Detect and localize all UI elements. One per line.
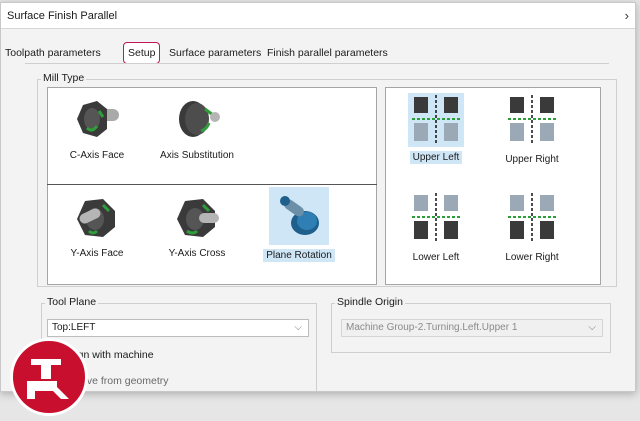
c-axis-face-icon (77, 101, 119, 137)
spindle-origin-value: Machine Group-2.Turning.Left.Upper 1 (346, 322, 518, 333)
dialog-window: Surface Finish Parallel › Toolpath param… (0, 2, 636, 392)
position-upper-left[interactable]: Upper Left (388, 93, 484, 164)
position-lower-right[interactable]: Lower Right (484, 191, 580, 263)
position-lower-left[interactable]: Lower Left (388, 191, 484, 263)
plane-rotation-label: Plane Rotation (263, 249, 335, 262)
tab-setup[interactable]: Setup (123, 42, 161, 64)
upper-right-icon (508, 95, 556, 145)
chevron-down-icon: ⌵ (588, 322, 596, 333)
lower-left-label: Lower Left (412, 252, 460, 263)
tab-finish-parallel-parameters[interactable]: Finish parallel parameters (263, 44, 392, 64)
lower-right-icon (508, 193, 556, 243)
mill-type-divider (47, 184, 377, 185)
y-axis-face-label: Y-Axis Face (70, 248, 124, 259)
plane-rotation-icon (280, 196, 319, 235)
mill-type-y-axis-face[interactable]: Y-Axis Face (49, 193, 145, 259)
mill-type-y-axis-cross[interactable]: Y-Axis Cross (149, 193, 245, 259)
upper-left-icon (412, 95, 460, 145)
mill-type-c-axis-face[interactable]: C-Axis Face (49, 95, 145, 161)
tab-toolpath-parameters[interactable]: Toolpath parameters (1, 44, 105, 64)
y-axis-face-icon (77, 199, 115, 237)
tool-plane-label: Tool Plane (45, 296, 99, 308)
align-with-machine-option[interactable]: lign with machine (73, 349, 154, 361)
spindle-origin-select[interactable]: Machine Group-2.Turning.Left.Upper 1 ⌵ (341, 319, 603, 337)
axis-substitution-icon (179, 101, 220, 137)
upper-left-label: Upper Left (409, 151, 463, 164)
chevron-down-icon: ⌵ (294, 322, 302, 333)
lower-left-icon (412, 193, 460, 243)
y-axis-cross-icon (177, 199, 219, 237)
mill-type-axis-substitution[interactable]: Axis Substitution (149, 95, 245, 161)
tab-surface-parameters[interactable]: Surface parameters (165, 44, 265, 64)
axis-substitution-label: Axis Substitution (160, 150, 234, 161)
mill-type-plane-rotation[interactable]: Plane Rotation (251, 187, 347, 262)
tab-divider (25, 63, 609, 64)
position-upper-right[interactable]: Upper Right (484, 93, 580, 165)
upper-left-selection (408, 93, 464, 147)
tool-plane-value: Top:LEFT (52, 322, 96, 333)
chevron-right-icon[interactable]: › (625, 8, 629, 23)
lower-right-label: Lower Right (505, 252, 559, 263)
y-axis-cross-label: Y-Axis Cross (168, 248, 226, 259)
mill-type-label: Mill Type (41, 72, 87, 84)
tool-plane-select[interactable]: Top:LEFT ⌵ (47, 319, 309, 337)
upper-right-label: Upper Right (505, 154, 559, 165)
c-axis-face-label: C-Axis Face (69, 150, 125, 161)
plane-rotation-selection (269, 187, 329, 245)
title-bar: Surface Finish Parallel › (1, 3, 635, 29)
derive-from-geometry-option[interactable]: rive from geometry (81, 375, 169, 387)
tool-logo-icon (27, 359, 69, 399)
window-title: Surface Finish Parallel (7, 10, 118, 22)
brand-logo (10, 338, 88, 416)
spindle-origin-label: Spindle Origin (335, 296, 405, 308)
